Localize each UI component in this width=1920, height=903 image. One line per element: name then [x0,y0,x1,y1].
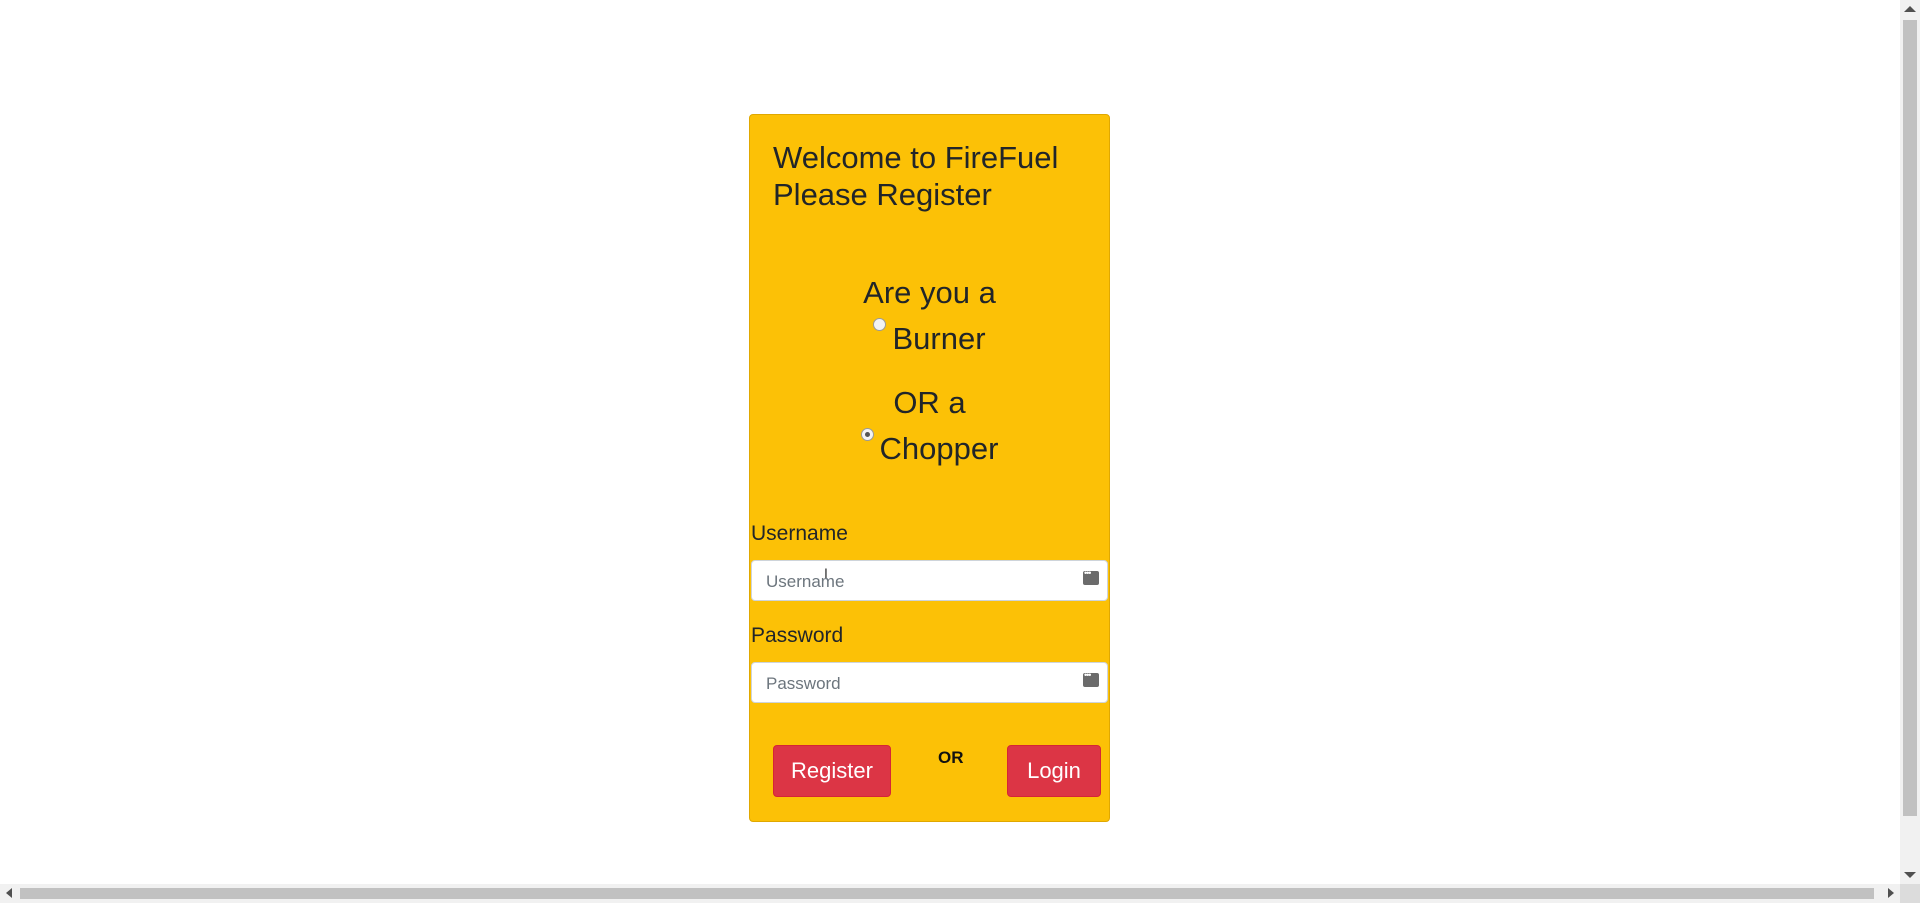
vertical-scrollbar[interactable] [1900,0,1920,884]
chopper-label: Chopper [879,431,999,466]
chopper-radio[interactable] [860,428,874,441]
vertical-scroll-thumb[interactable] [1903,20,1917,816]
register-button[interactable]: Register [773,745,891,797]
password-manager-icon[interactable] [1083,670,1099,687]
scrollbar-corner [1900,884,1920,903]
welcome-title: Welcome to FireFuel Please Register [773,139,1093,213]
welcome-title-line2: Please Register [773,177,992,212]
username-placeholder: Username [766,572,845,591]
role-option-chopper[interactable]: Chopper [750,426,1109,472]
password-placeholder: Password [766,674,841,693]
role-option-burner[interactable]: Burner [750,316,1109,362]
scroll-up-arrow-icon[interactable] [1904,6,1916,12]
password-input[interactable]: Password [751,662,1108,703]
welcome-title-line1: Welcome to FireFuel [773,140,1059,175]
login-button[interactable]: Login [1007,745,1101,797]
horizontal-scroll-thumb[interactable] [20,888,1874,899]
text-cursor-icon: I [824,565,828,581]
role-question-1: Are you a [863,275,996,310]
scroll-left-arrow-icon[interactable] [6,888,12,898]
username-label: Username [751,522,848,545]
or-separator: OR [938,748,964,767]
password-label: Password [751,624,844,647]
horizontal-scrollbar[interactable] [0,884,1900,903]
username-input[interactable]: Username [751,560,1108,601]
burner-label: Burner [892,321,986,356]
role-question-2: OR a [893,385,966,420]
scroll-down-arrow-icon[interactable] [1904,872,1916,878]
registration-card: Welcome to FireFuel Please Register Are … [749,114,1110,822]
burner-radio[interactable] [873,318,887,331]
scroll-right-arrow-icon[interactable] [1888,888,1894,898]
password-manager-icon[interactable] [1083,568,1099,585]
